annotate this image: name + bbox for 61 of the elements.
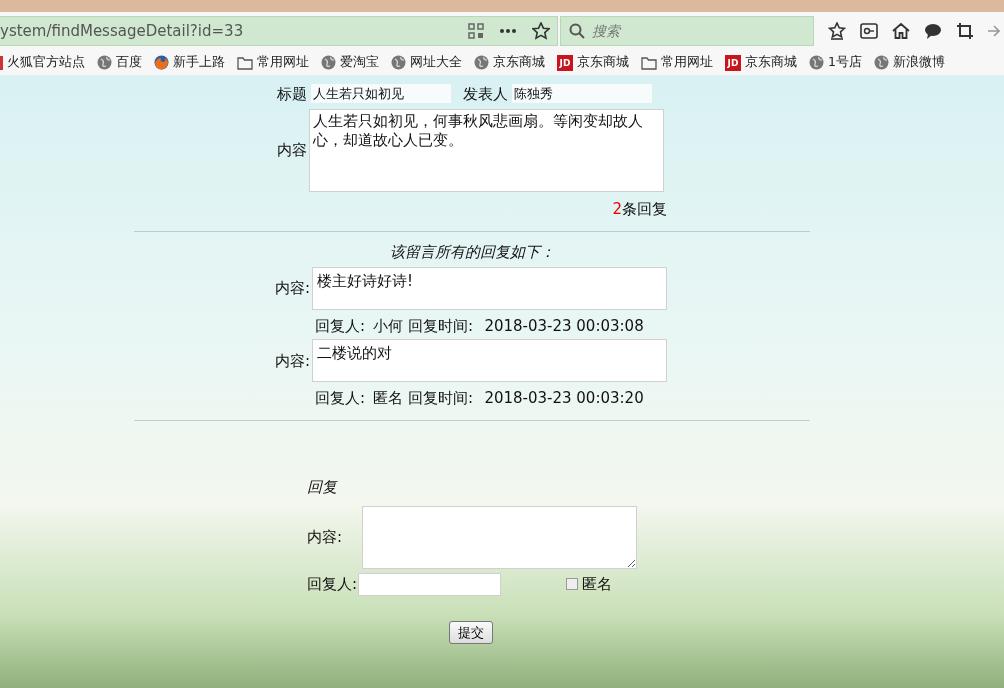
reply-count: 2条回复 — [612, 198, 667, 220]
search-field[interactable]: 搜索 — [560, 16, 814, 46]
replier-name: 小何 — [372, 315, 403, 337]
bookmark-item[interactable]: 网址大全 — [391, 53, 462, 72]
bookmark-item[interactable]: 京东商城 — [474, 53, 545, 72]
bookmark-item[interactable]: 火狐官方站点 — [0, 53, 85, 72]
bookmarks-icon[interactable] — [828, 22, 847, 40]
bookmark-item[interactable]: 常用网址 — [237, 53, 309, 72]
bookmark-item[interactable]: 百度 — [97, 53, 142, 72]
folder-icon — [641, 55, 657, 70]
anonymous-checkbox[interactable] — [566, 578, 579, 590]
field-label: 回复人: — [315, 388, 366, 410]
bookmark-item[interactable]: 常用网址 — [641, 53, 713, 72]
bookmark-item[interactable]: 爱淘宝 — [321, 53, 379, 72]
reply-content-box[interactable]: 楼主好诗好诗! — [312, 266, 668, 310]
field-label: 内容: — [275, 278, 311, 299]
reader-icon[interactable] — [860, 22, 879, 40]
globe-icon — [809, 55, 824, 70]
field-label: 回复人: — [315, 315, 366, 337]
field-label: 内容: — [307, 527, 344, 548]
jd-logo-icon: JD — [557, 54, 573, 71]
form-heading: 回复 — [307, 477, 337, 496]
reply-content-box[interactable]: 二楼说的对 — [312, 339, 668, 383]
field-label: 内容: — [275, 350, 311, 372]
bookmark-item[interactable]: JD 京东商城 — [557, 53, 629, 72]
replier-input[interactable] — [358, 572, 502, 596]
field-label: 发表人 — [462, 83, 508, 105]
section-heading: 该留言所有的回复如下： — [389, 243, 555, 262]
field-label: 回复时间: — [408, 388, 474, 410]
bookmark-item[interactable]: JD 京东商城 — [725, 53, 797, 72]
address-bar[interactable]: ystem/findMessageDetail?id=33 — [0, 16, 558, 46]
checkbox-label: 匿名 — [581, 573, 612, 595]
globe-icon — [321, 55, 336, 70]
globe-icon — [474, 55, 489, 70]
crop-icon[interactable] — [956, 22, 975, 40]
fox-globe-icon — [154, 55, 169, 70]
replier-name: 匿名 — [372, 388, 403, 410]
title-field[interactable]: 人生若只如初见 — [310, 84, 451, 104]
star-icon[interactable] — [531, 22, 550, 40]
globe-icon — [391, 55, 406, 70]
chat-icon[interactable] — [924, 22, 943, 40]
qr-code-icon[interactable] — [467, 23, 484, 39]
bookmark-item[interactable]: 1号店 — [809, 53, 862, 72]
reply-time: 2018-03-23 00:03:20 — [484, 388, 644, 410]
submit-button[interactable]: 提交 — [449, 620, 493, 644]
field-label: 标题 — [277, 83, 307, 105]
globe-icon — [97, 55, 112, 70]
jd-logo-icon: JD — [725, 54, 741, 71]
field-label: 回复人: — [307, 573, 358, 595]
globe-icon — [873, 55, 889, 70]
bookmark-item[interactable]: 新手上路 — [154, 53, 225, 72]
folder-icon — [237, 55, 253, 70]
reply-time: 2018-03-23 00:03:08 — [484, 315, 644, 337]
author-field[interactable]: 陈独秀 — [511, 84, 652, 104]
bookmark-item[interactable]: 新浪微博 — [873, 53, 945, 72]
home-icon[interactable] — [892, 22, 911, 40]
search-icon — [568, 23, 585, 39]
content-textarea[interactable]: 人生若只如初见，何事秋风悲画扇。等闲变却故人心，却道故心人已变。 — [309, 108, 664, 192]
more-icon[interactable] — [498, 28, 517, 34]
field-label: 内容 — [277, 140, 307, 161]
field-label: 回复时间: — [408, 315, 474, 337]
